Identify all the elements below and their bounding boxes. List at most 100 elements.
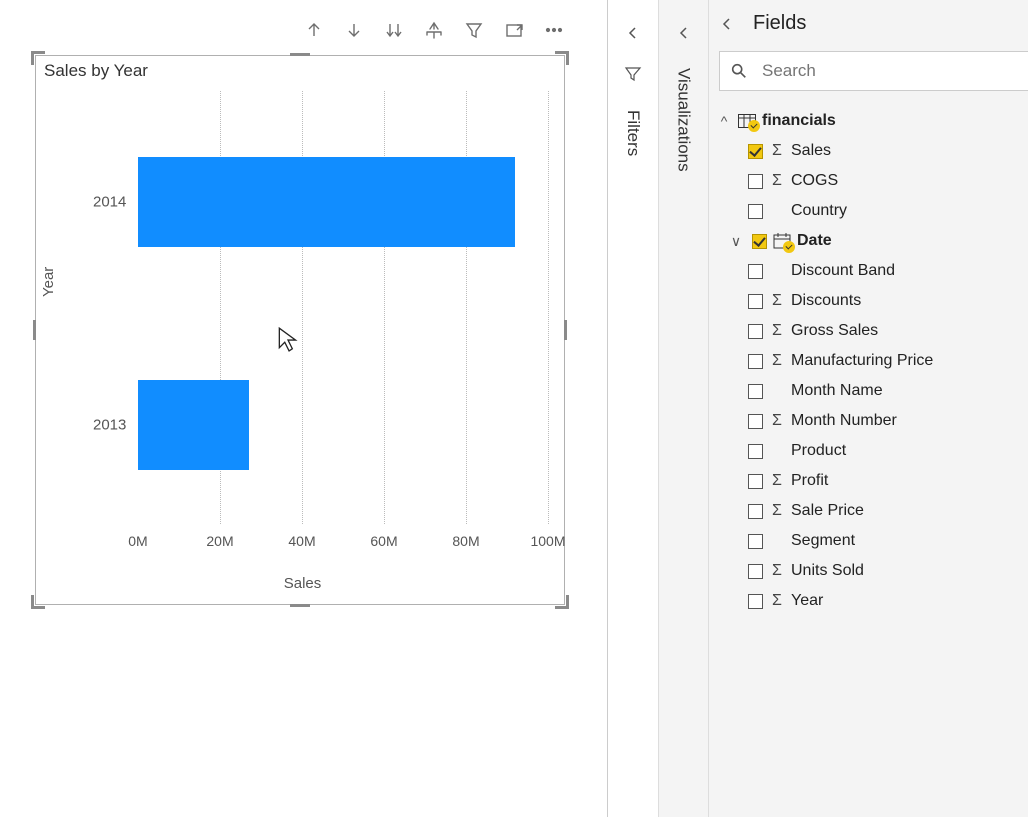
grid-line	[384, 91, 385, 524]
field-row[interactable]: ∨Date	[714, 226, 1018, 256]
resize-handle-top[interactable]	[290, 53, 310, 56]
field-name: Discount Band	[791, 262, 895, 280]
drill-down-icon[interactable]	[344, 20, 364, 40]
field-checkbox[interactable]	[748, 414, 763, 429]
field-checkbox[interactable]	[748, 534, 763, 549]
field-row[interactable]: ΣYear	[714, 586, 1018, 616]
visual-header-toolbar	[304, 20, 564, 40]
more-options-icon[interactable]	[544, 20, 564, 40]
field-name: Sale Price	[791, 502, 864, 520]
bar-category-label: 2013	[93, 416, 126, 433]
date-hierarchy-icon	[773, 233, 791, 249]
plot-area: 0M20M40M60M80M100M20142013	[138, 91, 554, 549]
field-name: Month Name	[791, 382, 883, 400]
resize-handle-tr[interactable]	[555, 51, 569, 65]
sigma-icon: Σ	[769, 412, 785, 430]
resize-handle-bottom[interactable]	[290, 604, 310, 607]
field-row[interactable]: Σ Discounts	[714, 286, 1018, 316]
field-name: Segment	[791, 532, 855, 550]
chevron-left-icon[interactable]	[625, 25, 641, 41]
field-checkbox[interactable]	[748, 324, 763, 339]
field-checkbox[interactable]	[752, 234, 767, 249]
field-checkbox[interactable]	[748, 474, 763, 489]
field-checkbox[interactable]	[748, 384, 763, 399]
field-row[interactable]: ΣManufacturing Price	[714, 346, 1018, 376]
chevron-left-icon[interactable]	[719, 16, 735, 32]
field-row[interactable]: Product	[714, 436, 1018, 466]
table-name: financials	[762, 112, 836, 130]
bar[interactable]	[138, 157, 515, 247]
search-input[interactable]	[760, 60, 1018, 82]
sigma-icon: Σ	[769, 142, 785, 160]
table-row-financials[interactable]: ^ financials	[714, 106, 1018, 136]
resize-handle-right[interactable]	[564, 320, 567, 340]
field-row[interactable]: ΣCOGS	[714, 166, 1018, 196]
x-tick: 60M	[370, 533, 397, 549]
field-row[interactable]: Segment	[714, 526, 1018, 556]
fields-pane: Fields ^ financials Σ Sales ΣCOGS Country ∨Dat…	[708, 0, 1028, 817]
field-checkbox[interactable]	[748, 564, 763, 579]
field-name: Country	[791, 202, 847, 220]
chevron-left-icon[interactable]	[676, 25, 692, 41]
resize-handle-bl[interactable]	[31, 595, 45, 609]
field-row[interactable]: ΣGross Sales	[714, 316, 1018, 346]
resize-handle-br[interactable]	[555, 595, 569, 609]
grid-line	[466, 91, 467, 524]
filter-icon[interactable]	[464, 20, 484, 40]
filter-pane-icon	[623, 63, 643, 83]
fields-list: ^ financials Σ Sales ΣCOGS Country ∨Date Discou…	[709, 101, 1028, 626]
fields-header: Fields	[709, 12, 1028, 43]
chart-visual[interactable]: Sales by Year Year Sales 0M20M40M60M80M1…	[35, 55, 565, 605]
chevron-down-icon[interactable]: ∨	[726, 233, 746, 250]
field-checkbox[interactable]	[748, 444, 763, 459]
field-row[interactable]: ΣSale Price	[714, 496, 1018, 526]
field-row[interactable]: ΣProfit	[714, 466, 1018, 496]
filters-pane-collapsed[interactable]: Filters	[608, 0, 658, 817]
sigma-icon: Σ	[769, 292, 785, 310]
field-checkbox[interactable]	[748, 204, 763, 219]
go-to-next-level-icon[interactable]	[424, 20, 444, 40]
x-tick: 100M	[530, 533, 565, 549]
field-name: Product	[791, 442, 846, 460]
sigma-icon: Σ	[769, 472, 785, 490]
field-checkbox[interactable]	[748, 504, 763, 519]
field-row[interactable]: Σ Units Sold	[714, 556, 1018, 586]
expand-all-down-icon[interactable]	[384, 20, 404, 40]
search-icon	[730, 62, 748, 80]
field-row[interactable]: ΣMonth Number	[714, 406, 1018, 436]
sigma-icon: Σ	[769, 592, 785, 610]
visualizations-pane-collapsed[interactable]: Visualizations	[658, 0, 708, 817]
grid-line	[302, 91, 303, 524]
x-tick: 20M	[206, 533, 233, 549]
chart-body: Year Sales 0M20M40M60M80M100M20142013	[36, 91, 554, 594]
field-row[interactable]: Month Name	[714, 376, 1018, 406]
field-name: Units Sold	[791, 562, 864, 580]
visualizations-label: Visualizations	[674, 68, 694, 172]
sigma-icon: Σ	[769, 562, 785, 580]
field-checkbox[interactable]	[748, 174, 763, 189]
resize-handle-tl[interactable]	[31, 51, 45, 65]
chevron-up-icon[interactable]: ^	[716, 113, 732, 129]
field-checkbox[interactable]	[748, 294, 763, 309]
field-row[interactable]: Country	[714, 196, 1018, 226]
field-row[interactable]: Discount Band	[714, 256, 1018, 286]
sigma-icon: Σ	[769, 322, 785, 340]
bar[interactable]	[138, 380, 249, 470]
field-name: Sales	[791, 142, 831, 160]
report-canvas[interactable]: Sales by Year Year Sales 0M20M40M60M80M1…	[0, 0, 607, 817]
field-name: Manufacturing Price	[791, 352, 933, 370]
field-checkbox[interactable]	[748, 354, 763, 369]
grid-line	[548, 91, 549, 524]
x-tick: 40M	[288, 533, 315, 549]
fields-search[interactable]	[719, 51, 1028, 91]
focus-mode-icon[interactable]	[504, 20, 524, 40]
x-tick: 80M	[452, 533, 479, 549]
y-axis-label: Year	[40, 267, 57, 297]
bar-category-label: 2014	[93, 194, 126, 211]
field-checkbox[interactable]	[748, 594, 763, 609]
drill-up-icon[interactable]	[304, 20, 324, 40]
field-name: Discounts	[791, 292, 861, 310]
field-checkbox[interactable]	[748, 264, 763, 279]
field-checkbox[interactable]	[748, 144, 763, 159]
field-row[interactable]: Σ Sales	[714, 136, 1018, 166]
